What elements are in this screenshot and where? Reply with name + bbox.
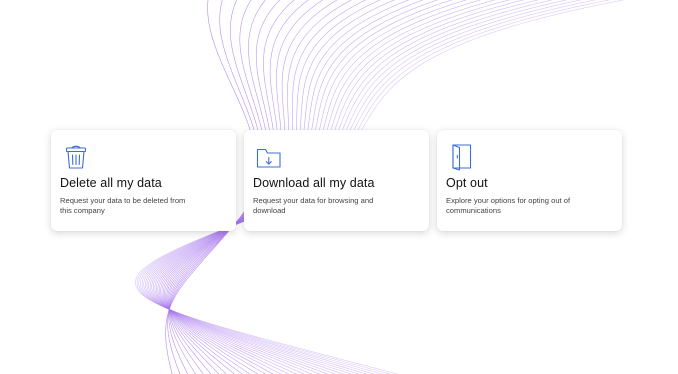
privacy-options-page: Delete all my data Request your data to …: [0, 0, 678, 374]
card-title: Download all my data: [253, 176, 375, 190]
opt-out-card[interactable]: Opt out Explore your options for opting …: [437, 130, 622, 231]
download-data-card[interactable]: Download all my data Request your data f…: [244, 130, 429, 231]
card-title: Delete all my data: [60, 176, 162, 190]
door-exit-icon: [449, 143, 475, 171]
card-description: Request your data to be deleted from thi…: [60, 196, 186, 215]
delete-data-card[interactable]: Delete all my data Request your data to …: [51, 130, 236, 231]
card-description: Request your data for browsing and downl…: [253, 196, 374, 215]
trash-icon: [63, 143, 89, 171]
card-description: Explore your options for opting out of c…: [446, 196, 571, 215]
folder-download-icon: [256, 143, 282, 171]
card-title: Opt out: [446, 176, 488, 190]
